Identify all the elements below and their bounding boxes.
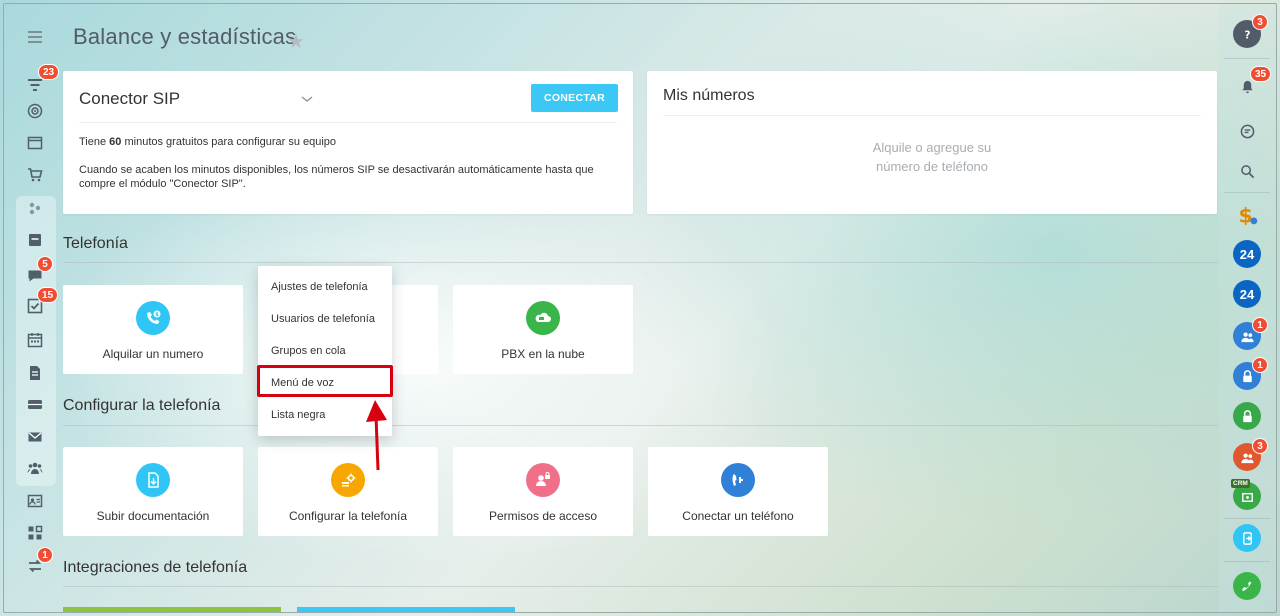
my-numbers-title: Mis números: [663, 87, 755, 104]
section-title-telefonia: Telefonía: [63, 235, 128, 252]
tile-rent-number[interactable]: $ Alquilar un numero: [63, 285, 243, 374]
svg-text:?: ?: [1244, 29, 1250, 41]
document-icon[interactable]: [24, 363, 46, 383]
lock-badge: 1: [1252, 357, 1268, 373]
divider: [1224, 561, 1270, 562]
bitrix24-icon[interactable]: 24: [1233, 280, 1261, 308]
tile-label: Subir documentación: [96, 509, 210, 523]
sip-connector-card: Conector SIP CONECTAR Tiene 60 minutos g…: [63, 71, 633, 214]
tile-access-permissions[interactable]: Permisos de acceso: [453, 447, 633, 536]
search-icon[interactable]: [1233, 157, 1261, 185]
section-title-configurar: Configurar la telefonía: [63, 397, 221, 414]
favorite-star-icon[interactable]: ★: [287, 29, 305, 54]
tile-label: Alquilar un numero: [102, 347, 204, 361]
highlight-box: [257, 365, 393, 397]
messages-icon[interactable]: [1233, 117, 1261, 145]
help-badge: 3: [1252, 14, 1268, 30]
target-icon[interactable]: [24, 101, 46, 121]
transfer-icon[interactable]: [1233, 524, 1261, 552]
menu-icon[interactable]: [24, 27, 46, 47]
my-numbers-empty-text: Alquile o agregue su número de teléfono: [872, 140, 992, 174]
employees-icon[interactable]: [24, 458, 46, 478]
drive-icon[interactable]: [24, 394, 46, 414]
contacts-icon[interactable]: [24, 491, 46, 511]
divider: [663, 115, 1201, 116]
filter-badge: 23: [38, 64, 60, 80]
divider: [1224, 518, 1270, 519]
svg-text:$: $: [155, 312, 159, 318]
left-sidebar: 23 5 15 1: [6, 8, 60, 608]
integration-tile-top[interactable]: [63, 607, 281, 612]
cloud-pbx-icon: [526, 301, 560, 335]
sip-connector-title: Conector SIP: [79, 89, 181, 108]
divider: [1224, 58, 1270, 59]
bitrix24-icon[interactable]: 24: [1233, 240, 1261, 268]
integration-tile-top[interactable]: [297, 607, 515, 612]
tile-configure-telephony[interactable]: Configurar la telefonía: [258, 447, 438, 536]
cart-icon[interactable]: [24, 165, 46, 185]
phone-plug-icon: [721, 463, 755, 497]
section-divider: [63, 586, 1218, 587]
crm-icon[interactable]: CRM: [1231, 479, 1261, 510]
chat-badge: 5: [37, 256, 53, 272]
settings-phone-icon: [331, 463, 365, 497]
section-divider: [63, 262, 1218, 263]
mail-icon[interactable]: [24, 427, 46, 447]
dollar-icon[interactable]: $: [1233, 200, 1261, 228]
phone-dollar-icon: $: [136, 301, 170, 335]
tile-label: Conectar un teléfono: [682, 509, 794, 523]
tile-cloud-pbx[interactable]: PBX en la nube: [453, 285, 633, 374]
tile-label: Configurar la telefonía: [288, 509, 408, 523]
tile-connect-phone[interactable]: Conectar un teléfono: [648, 447, 828, 536]
divider: [79, 122, 617, 123]
tasks-badge: 15: [37, 287, 59, 303]
menu-item-blacklist[interactable]: Lista negra: [271, 409, 325, 421]
network-icon[interactable]: [24, 198, 46, 218]
annotation-arrow-icon: [366, 400, 387, 471]
phone-icon[interactable]: [1233, 572, 1261, 600]
free-minutes-text: Tiene 60 minutos gratuitos para configur…: [79, 136, 337, 148]
menu-item-telephony-settings[interactable]: Ajustes de telefonía: [271, 281, 368, 293]
group-badge: 3: [1252, 438, 1268, 454]
lock-icon[interactable]: [1233, 402, 1261, 430]
chevron-down-icon[interactable]: [301, 91, 313, 107]
group-badge: 1: [1252, 317, 1268, 333]
menu-item-queue-groups[interactable]: Grupos en cola: [271, 345, 346, 357]
menu-item-telephony-users[interactable]: Usuarios de telefonía: [271, 313, 375, 325]
tile-upload-docs[interactable]: Subir documentación: [63, 447, 243, 536]
tile-label: PBX en la nube: [501, 347, 585, 361]
my-numbers-card: Mis números Alquile o agregue su número …: [647, 71, 1217, 214]
divider: [1224, 192, 1270, 193]
notifications-badge: 35: [1250, 66, 1272, 82]
window-icon[interactable]: [24, 133, 46, 153]
section-title-integraciones: Integraciones de telefonía: [63, 559, 248, 576]
section-divider: [63, 425, 1218, 426]
sip-notice-text: Cuando se acaben los minutos disponibles…: [79, 164, 594, 190]
sync-badge: 1: [37, 547, 53, 563]
archive-icon[interactable]: [24, 230, 46, 250]
calendar-icon[interactable]: [24, 330, 46, 350]
connect-button[interactable]: CONECTAR: [531, 84, 618, 112]
user-lock-icon: [526, 463, 560, 497]
apps-icon[interactable]: [24, 523, 46, 543]
page-title: Balance y estadísticas: [73, 24, 297, 49]
tile-label: Permisos de acceso: [488, 509, 598, 523]
upload-document-icon: [136, 463, 170, 497]
